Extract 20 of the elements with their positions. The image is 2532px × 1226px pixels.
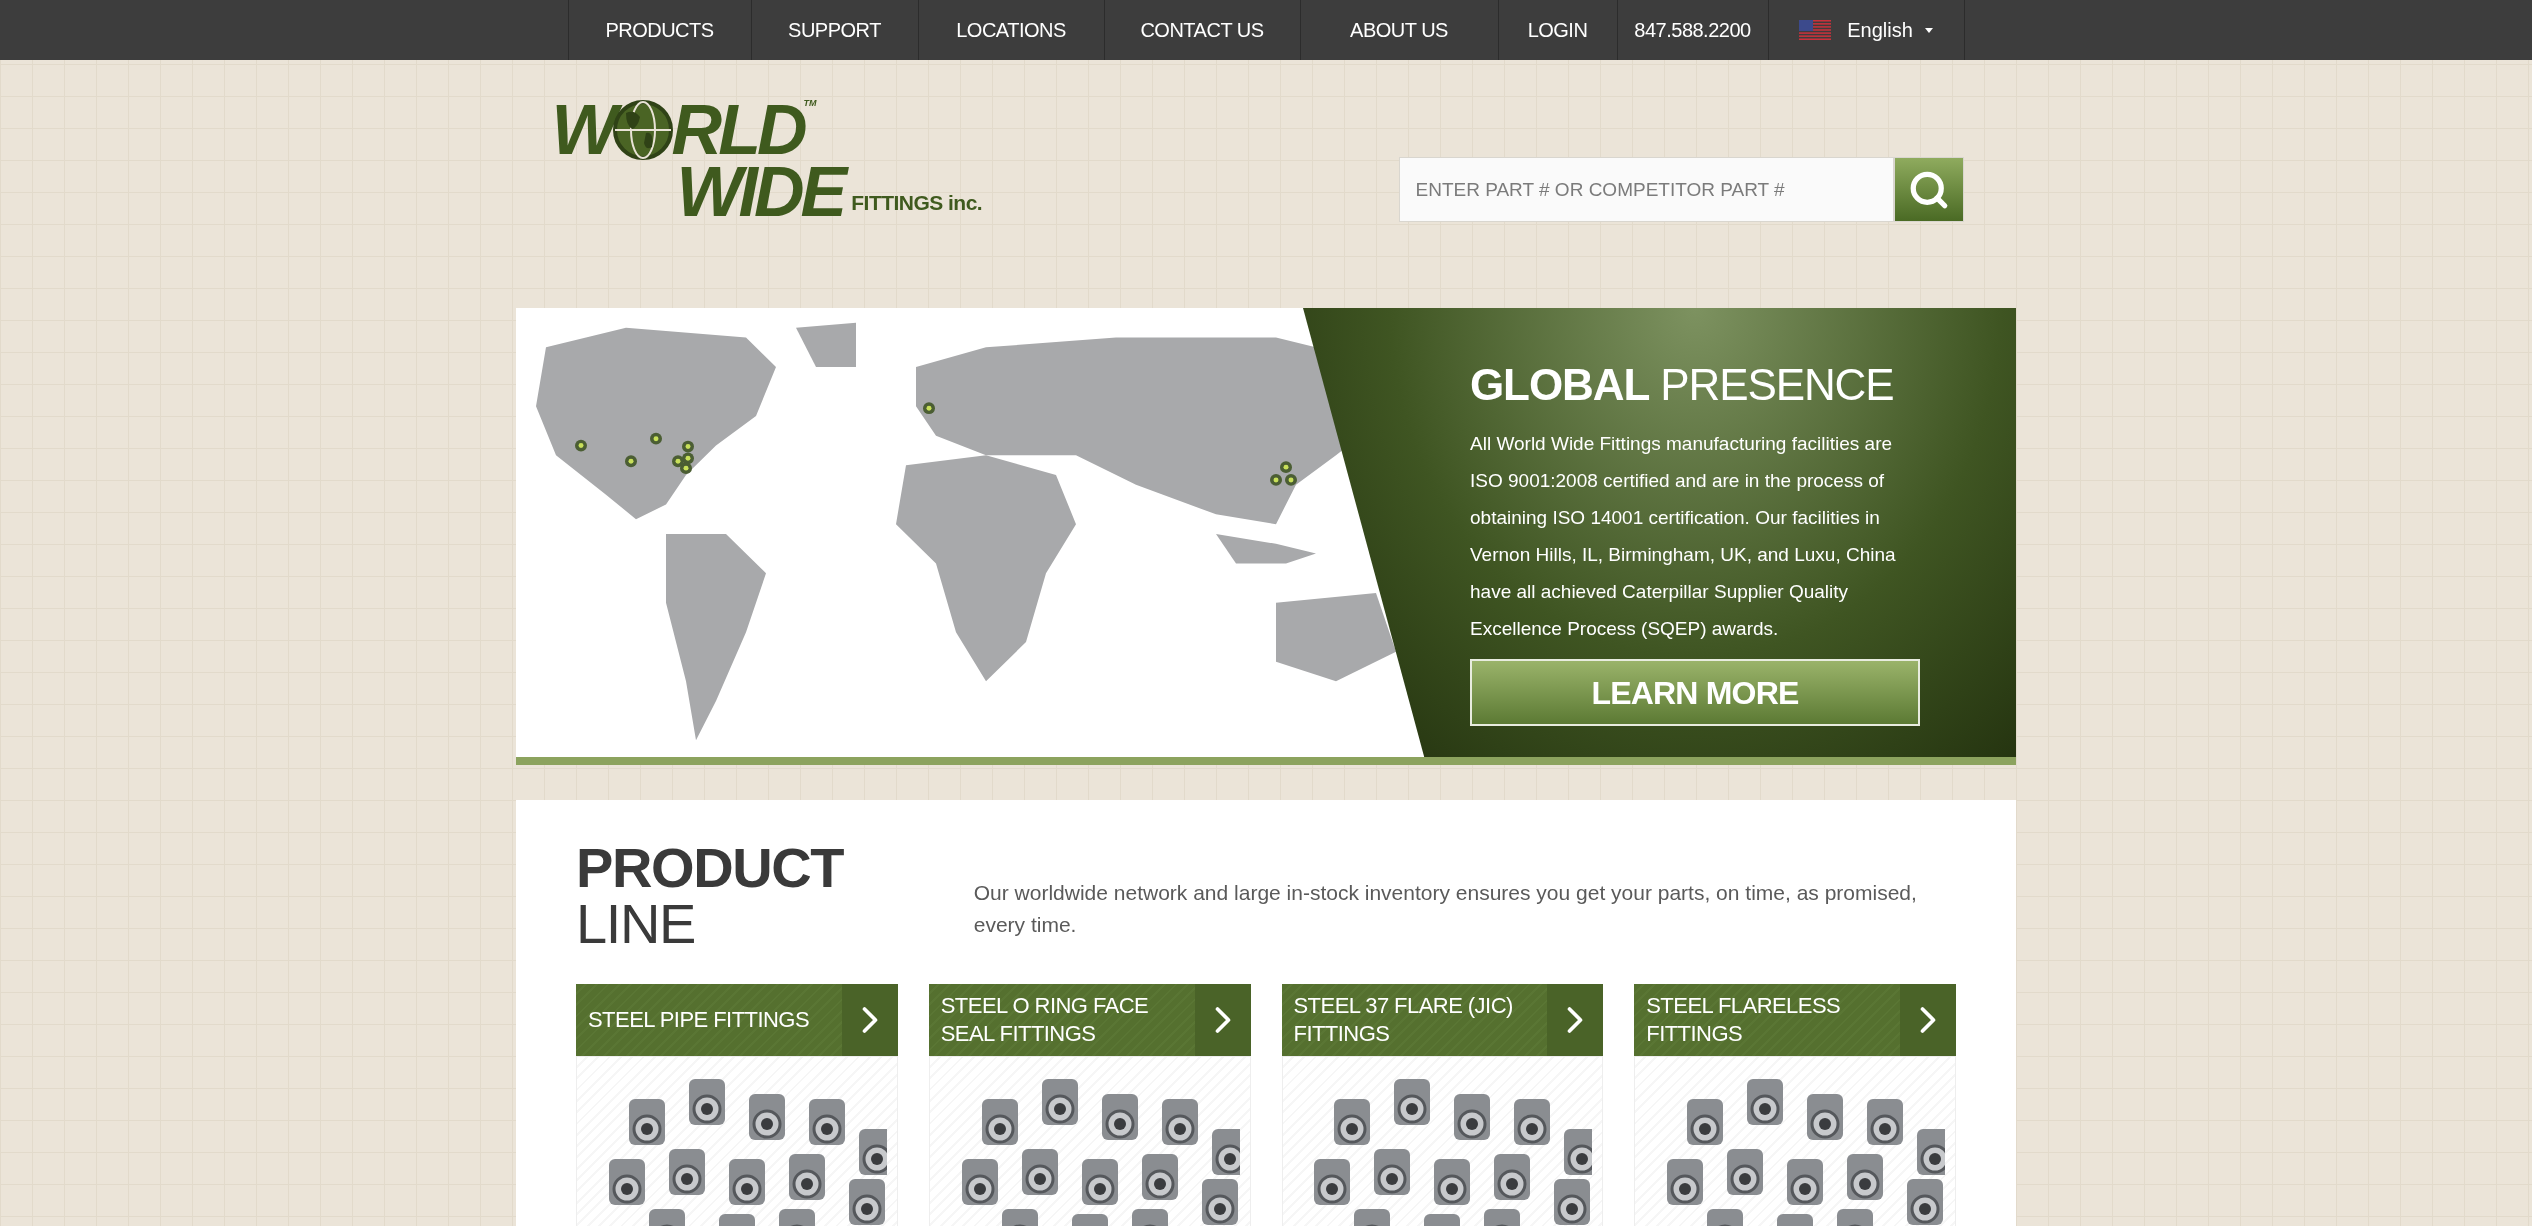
caret-icon (1924, 27, 1933, 33)
us-flag-icon (1799, 20, 1832, 40)
search-button[interactable] (1893, 157, 1964, 222)
part-search-field[interactable]: ENTER PART # OR COMPETITOR PART # (1398, 157, 1894, 222)
product-line-tagline: Our worldwide network and large in-stock inventory ensures you get your parts, on time, as promised, every time. (973, 880, 1918, 938)
nav-link[interactable]: CONTACT US (1104, 0, 1301, 60)
nav-link[interactable]: SUPPORT (751, 0, 919, 60)
product-category-link[interactable]: STEEL 37 FLARE (JIC) FITTINGS (1281, 984, 1604, 1056)
nav-link[interactable]: ABOUT US (1300, 0, 1499, 60)
banner-title: GLOBAL PRESENCE (1470, 363, 1895, 407)
banner-text: All World Wide Fittings manufacturing facilities are ISO 9001:2008 certified and are in the process of obtaining ISO 14001 certification. Our facilities in Vernon Hills, IL, Birmingham, UK, and Luxu, China have all achieved Caterpillar Supplier Quality Excellence Process (SQEP) awards. (1470, 432, 1897, 641)
nav-link[interactable]: 847.588.2200 (1617, 0, 1769, 60)
product-category-link[interactable]: STEEL FLARELESS FITTINGS (1634, 984, 1956, 1056)
product-line-title: PRODUCT LINE (576, 840, 845, 952)
nav-link[interactable]: LOGIN (1498, 0, 1618, 60)
product-category-link[interactable]: STEEL O RING FACE SEAL FITTINGS (928, 984, 1251, 1056)
language-selector[interactable]: English (1768, 0, 1965, 60)
nav-link[interactable]: LOCATIONS (918, 0, 1105, 60)
nav-link[interactable]: PRODUCTS (568, 0, 752, 60)
product-category-link[interactable]: STEEL PIPE FITTINGS (576, 984, 898, 1056)
